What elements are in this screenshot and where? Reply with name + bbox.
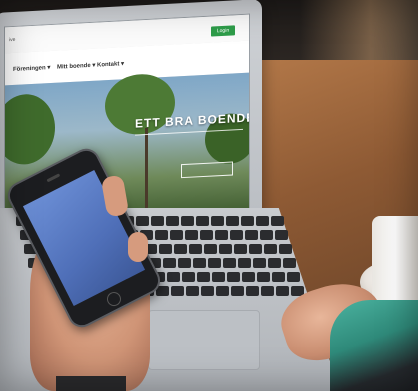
- hero-tree: [4, 92, 55, 166]
- wristwatch: [56, 376, 126, 391]
- keyboard-key: [211, 216, 224, 226]
- keyboard-key: [275, 230, 288, 240]
- keyboard-key: [279, 244, 292, 254]
- keyboard-key: [197, 272, 210, 282]
- url-fragment: ive: [9, 36, 16, 44]
- coffee-cup: [372, 216, 418, 302]
- keyboard-key: [136, 216, 149, 226]
- keyboard-key: [219, 244, 232, 254]
- keyboard-key: [178, 258, 191, 268]
- keyboard-key: [241, 216, 254, 226]
- left-finger: [128, 232, 148, 262]
- keyboard-key: [171, 286, 184, 296]
- keyboard-key: [159, 244, 172, 254]
- keyboard-key: [271, 216, 284, 226]
- keyboard-key: [234, 244, 247, 254]
- laptop-trackpad: [148, 310, 260, 370]
- keyboard-key: [245, 230, 258, 240]
- keyboard-key: [261, 286, 274, 296]
- photo-scene: ive Login Föreningen ▾ Mitt boende ▾ Kon…: [0, 0, 418, 391]
- keyboard-key: [257, 272, 270, 282]
- keyboard-key: [256, 216, 269, 226]
- hero-button: [181, 161, 233, 179]
- keyboard-key: [208, 258, 221, 268]
- keyboard-key: [151, 216, 164, 226]
- keyboard-key: [212, 272, 225, 282]
- keyboard-key: [170, 230, 183, 240]
- sleeve: [330, 300, 418, 391]
- keyboard-key: [182, 272, 195, 282]
- keyboard-key: [227, 272, 240, 282]
- keyboard-key: [155, 230, 168, 240]
- keyboard-key: [230, 230, 243, 240]
- keyboard-key: [189, 244, 202, 254]
- keyboard-key: [238, 258, 251, 268]
- keyboard-key: [200, 230, 213, 240]
- keyboard-key: [287, 272, 300, 282]
- nav-item-foreningen: Föreningen ▾: [13, 65, 51, 73]
- keyboard-key: [167, 272, 180, 282]
- keyboard-key: [283, 258, 296, 268]
- keyboard-key: [166, 216, 179, 226]
- keyboard-key: [223, 258, 236, 268]
- login-button: Login: [211, 25, 235, 37]
- keyboard-key: [215, 230, 228, 240]
- keyboard-key: [226, 216, 239, 226]
- phone-home-button: [104, 289, 124, 309]
- keyboard-key: [186, 286, 199, 296]
- keyboard-key: [231, 286, 244, 296]
- keyboard-key: [185, 230, 198, 240]
- hero-tree-trunk: [145, 127, 148, 209]
- keyboard-key: [260, 230, 273, 240]
- keyboard-key: [193, 258, 206, 268]
- keyboard-key: [246, 286, 259, 296]
- keyboard-key: [201, 286, 214, 296]
- keyboard-key: [163, 258, 176, 268]
- keyboard-key: [276, 286, 289, 296]
- keyboard-key: [253, 258, 266, 268]
- keyboard-key: [264, 244, 277, 254]
- nav-item-mitt-boende: Mitt boende ▾: [57, 62, 96, 71]
- phone-speaker: [46, 173, 61, 183]
- keyboard-key: [249, 244, 262, 254]
- keyboard-key: [204, 244, 217, 254]
- keyboard-key: [268, 258, 281, 268]
- keyboard-key: [272, 272, 285, 282]
- keyboard-key: [174, 244, 187, 254]
- keyboard-key: [216, 286, 229, 296]
- keyboard-key: [181, 216, 194, 226]
- nav-item-kontakt: Kontakt ▾: [97, 61, 125, 69]
- keyboard-key: [196, 216, 209, 226]
- keyboard-key: [242, 272, 255, 282]
